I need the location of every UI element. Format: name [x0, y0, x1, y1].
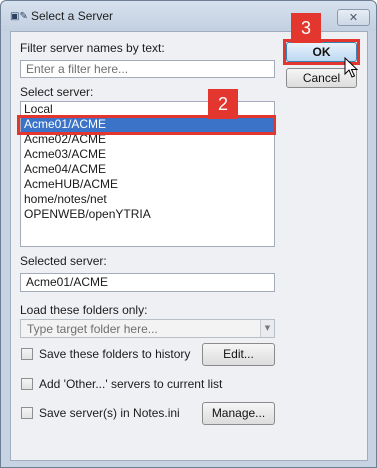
mouse-pointer-icon	[344, 57, 359, 78]
list-item[interactable]: home/notes/net	[21, 192, 274, 207]
list-item[interactable]: Acme02/ACME	[21, 132, 274, 147]
chevron-down-icon[interactable]: ▼	[260, 320, 274, 337]
manage-button[interactable]: Manage...	[202, 402, 275, 425]
filter-placeholder: Enter a filter here...	[26, 62, 129, 76]
selected-server-value: Acme01/ACME	[26, 275, 109, 289]
edit-button[interactable]: Edit...	[202, 343, 275, 366]
select-server-dialog: ▣✎ Select a Server ✕ Filter server names…	[0, 0, 377, 468]
list-item[interactable]: Acme04/ACME	[21, 162, 274, 177]
dialog-title: Select a Server	[31, 9, 114, 23]
add-other-label: Add 'Other...' servers to current list	[39, 377, 223, 391]
save-notes-ini-label: Save server(s) in Notes.ini	[39, 406, 180, 420]
folder-combobox[interactable]: Type target folder here... ▼	[20, 319, 275, 338]
save-history-checkbox[interactable]	[21, 348, 33, 360]
list-item[interactable]: Acme03/ACME	[21, 147, 274, 162]
folders-label: Load these folders only:	[20, 303, 148, 317]
selected-server-label: Selected server:	[20, 254, 107, 268]
select-server-label: Select server:	[20, 85, 94, 99]
filter-label: Filter server names by text:	[20, 41, 165, 55]
server-listbox[interactable]: Local Acme01/ACME Acme02/ACME Acme03/ACM…	[20, 101, 275, 247]
selected-server-field[interactable]: Acme01/ACME	[20, 273, 275, 292]
save-notes-ini-checkbox[interactable]	[21, 407, 33, 419]
list-item-selected[interactable]: Acme01/ACME	[21, 117, 274, 132]
filter-input[interactable]: Enter a filter here...	[20, 60, 275, 78]
folder-placeholder: Type target folder here...	[27, 322, 158, 336]
document-icon: ▣✎	[10, 11, 28, 22]
list-item[interactable]: OPENWEB/openYTRIA	[21, 207, 274, 222]
save-history-label: Save these folders to history	[39, 347, 191, 361]
list-item[interactable]: AcmeHUB/ACME	[21, 177, 274, 192]
step-badge-2: 2	[208, 89, 238, 119]
step-badge-3: 3	[291, 13, 321, 43]
add-other-checkbox[interactable]	[21, 378, 33, 390]
close-button[interactable]: ✕	[337, 9, 370, 26]
